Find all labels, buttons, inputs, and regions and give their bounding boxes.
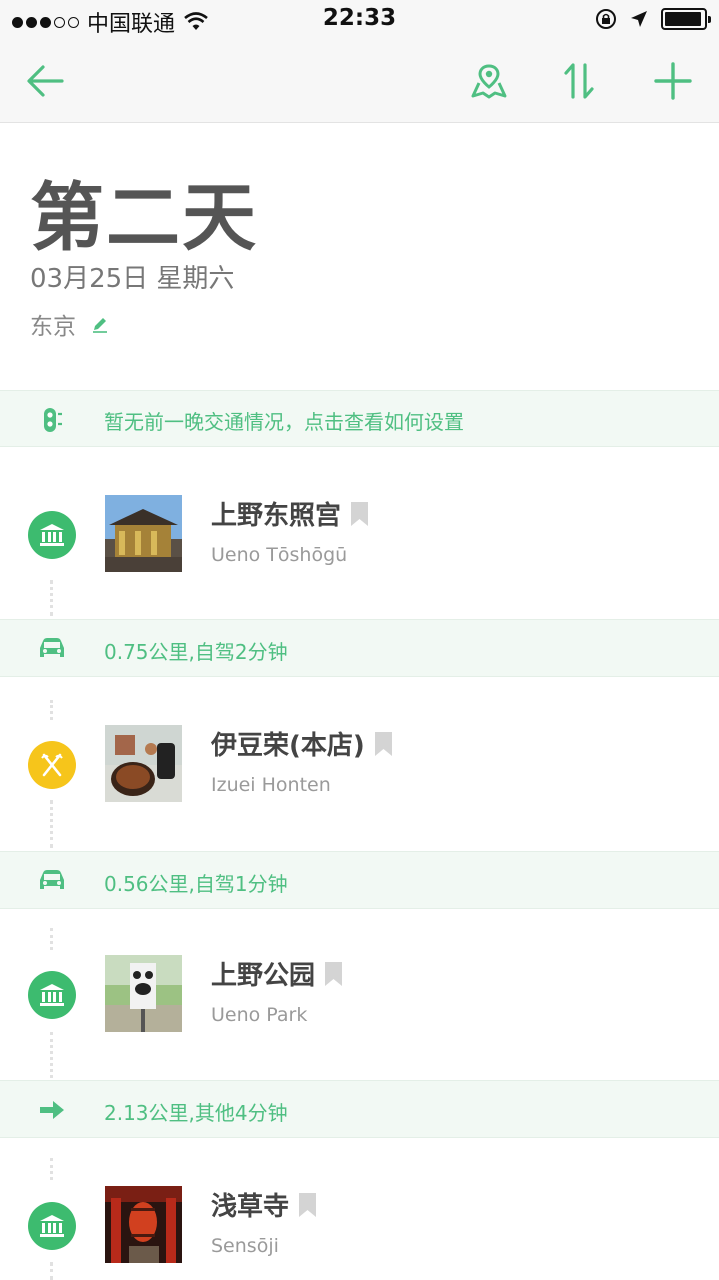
traffic-light-icon	[44, 408, 62, 432]
bookmark-icon[interactable]	[299, 1192, 317, 1217]
car-icon	[40, 870, 64, 889]
map-button[interactable]	[466, 58, 512, 104]
place-item[interactable]: 浅草寺 Sensōji	[0, 1186, 719, 1280]
city-row: 东京	[30, 307, 110, 341]
edit-pencil-icon[interactable]	[90, 314, 110, 334]
car-icon	[40, 638, 64, 657]
place-name-row: 上野东照宫	[211, 495, 369, 532]
status-right	[595, 8, 711, 30]
place-subtitle: Ueno Tōshōgū	[211, 544, 348, 566]
transit-text: 0.56公里,自驾1分钟	[104, 872, 288, 896]
place-name: 伊豆荣(本店)	[211, 731, 365, 761]
bookmark-icon[interactable]	[351, 501, 369, 526]
add-button[interactable]	[650, 58, 696, 104]
city-label: 东京	[30, 314, 76, 340]
status-bar: 中国联通 22:33	[0, 0, 719, 40]
battery-icon	[661, 8, 711, 30]
fork-knife-icon	[41, 753, 63, 777]
place-item[interactable]: 伊豆荣(本店) Izuei Honten	[0, 725, 719, 835]
sort-updown-icon	[564, 63, 594, 99]
museum-icon	[40, 984, 64, 1006]
place-category-badge	[28, 971, 76, 1019]
place-subtitle: Sensōji	[211, 1235, 279, 1257]
transit-row[interactable]: 2.13公里,其他4分钟	[0, 1080, 719, 1138]
place-item[interactable]: 上野公园 Ueno Park	[0, 955, 719, 1065]
day-title: 第二天	[30, 175, 258, 261]
transit-notice[interactable]: 暂无前一晚交通情况，点击查看如何设置	[0, 390, 719, 447]
timeline-connector	[50, 928, 53, 950]
place-name-row: 上野公园	[211, 955, 343, 992]
place-subtitle: Ueno Park	[211, 1004, 308, 1026]
place-category-badge	[28, 511, 76, 559]
place-name: 浅草寺	[211, 1192, 290, 1222]
place-name-row: 伊豆荣(本店)	[211, 725, 392, 762]
nav-bar	[0, 40, 719, 123]
timeline-connector	[50, 1158, 53, 1180]
place-subtitle: Izuei Honten	[211, 774, 331, 796]
place-name: 上野东照宫	[211, 501, 342, 531]
place-name: 上野公园	[211, 961, 316, 991]
transit-notice-text: 暂无前一晚交通情况，点击查看如何设置	[104, 410, 464, 434]
place-item[interactable]: 上野东照宫 Ueno Tōshōgū	[0, 495, 719, 605]
location-arrow-icon	[631, 11, 647, 27]
transit-row[interactable]: 0.75公里,自驾2分钟	[0, 619, 719, 677]
map-pin-icon	[471, 64, 507, 99]
place-photo[interactable]	[105, 955, 182, 1032]
plus-icon	[654, 62, 692, 100]
sort-button[interactable]	[556, 58, 602, 104]
place-photo[interactable]	[105, 1186, 182, 1263]
arrow-right-icon	[40, 1101, 64, 1119]
arrow-left-icon	[27, 65, 64, 97]
place-photo[interactable]	[105, 725, 182, 802]
place-photo[interactable]	[105, 495, 182, 572]
museum-icon	[40, 1215, 64, 1237]
place-name-row: 浅草寺	[211, 1186, 317, 1223]
bookmark-icon[interactable]	[374, 731, 392, 756]
back-button[interactable]	[22, 58, 68, 104]
place-category-badge	[28, 1202, 76, 1250]
timeline-connector	[50, 700, 53, 720]
orientation-lock-icon	[596, 9, 616, 29]
transit-text: 0.75公里,自驾2分钟	[104, 640, 288, 664]
bookmark-icon[interactable]	[325, 961, 343, 986]
museum-icon	[40, 524, 64, 546]
place-category-badge	[28, 741, 76, 789]
transit-text: 2.13公里,其他4分钟	[104, 1101, 288, 1125]
transit-row[interactable]: 0.56公里,自驾1分钟	[0, 851, 719, 909]
day-date: 03月25日 星期六	[30, 264, 235, 294]
